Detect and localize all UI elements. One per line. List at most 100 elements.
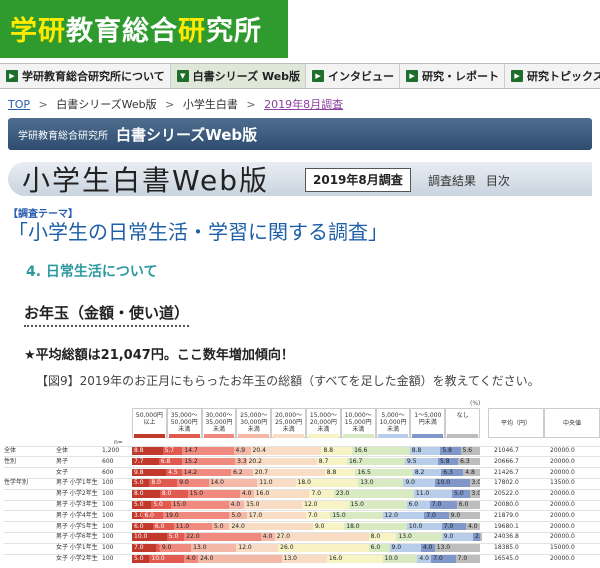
- avg-value: 18385.0: [494, 544, 519, 552]
- bar-segment: 13.0: [191, 544, 237, 552]
- breadcrumb-book[interactable]: 小学生白書: [183, 98, 238, 111]
- nav-item-label: インタビュー: [328, 70, 395, 83]
- bar-segment: 10.0: [382, 555, 418, 563]
- bar-segment: 12.0: [302, 501, 349, 509]
- bar-segment: 16.6: [352, 447, 410, 455]
- bar-segment: 11.0: [173, 522, 213, 531]
- breadcrumb: TOP > 白書シリーズWeb版 > 小学生白書 > 2019年8月調査: [8, 96, 343, 112]
- site-logo[interactable]: 学研教育総合研究所: [0, 0, 288, 58]
- bar-segment: 9.0: [403, 479, 435, 487]
- chevron-down-icon: ▼: [176, 70, 189, 82]
- logo-text-2: 教育総合: [66, 16, 178, 47]
- survey-date-badge: 2019年8月調査: [305, 168, 411, 192]
- bar-segment: 8.7: [316, 457, 347, 466]
- median-value: 20000.0: [550, 501, 575, 508]
- median-value: 20000.0: [550, 457, 575, 465]
- breadcrumb-current[interactable]: 2019年8月調査: [264, 98, 343, 111]
- bar-segment: 11.0: [413, 490, 453, 498]
- row-n: 100: [102, 511, 114, 519]
- bar-segment: 20.2: [246, 457, 317, 466]
- row-label: 男子 小学3年生: [56, 501, 98, 508]
- column-swatch: [273, 434, 304, 438]
- column-swatch: [168, 434, 200, 438]
- row-n: 100: [102, 490, 114, 498]
- bar-segment: 4.0: [184, 555, 199, 563]
- column-swatch: [203, 434, 235, 438]
- nav-item-label: 研究・レポート: [422, 70, 500, 83]
- breadcrumb-sep: >: [165, 98, 175, 111]
- toc-link[interactable]: 調査結果 目次: [428, 172, 510, 189]
- breadcrumb-top[interactable]: TOP: [8, 98, 30, 111]
- stacked-bar-chart: (%) 50,000円以上 35,000～50,000円未満 30,000～35,0…: [4, 400, 600, 568]
- bar-segment: 9.0: [159, 544, 192, 552]
- row-n: 1,200: [102, 447, 120, 454]
- avg-value: 19680.1: [494, 522, 519, 530]
- row-label: 男子 小学4年生: [56, 511, 98, 519]
- bar-segment: 18.0: [344, 522, 407, 531]
- nav-item-4[interactable]: ▶ 研究トピックス: [505, 64, 600, 88]
- bar-segment: 5.8: [437, 457, 459, 466]
- bar-segment: 8.2: [412, 468, 442, 477]
- global-nav: ▶ 学研教育総合研究所について ▼ 白書シリーズ Web版 ▶ インタビュー ▶ 研究・レポー…: [0, 63, 600, 89]
- nav-item-2[interactable]: ▶ インタビュー: [306, 64, 401, 88]
- bar-segment: 17.0: [246, 511, 306, 520]
- section-heading: 4. 日常生活について: [26, 264, 158, 280]
- banner-title: 白書シリーズWeb版: [116, 125, 258, 144]
- bar-segment: 13.0: [358, 479, 404, 487]
- median-value: 20000.0: [550, 447, 575, 454]
- median-value: 20000.0: [550, 490, 575, 498]
- bar-segment: 27.0: [274, 533, 369, 541]
- bar-segment: 3.3: [235, 457, 247, 466]
- avg-value: 20522.0: [494, 490, 519, 498]
- bar-segment: 8.0: [159, 490, 188, 498]
- bar-segment: 6.2: [231, 468, 253, 477]
- bar-segment: 7.0: [306, 511, 331, 520]
- chevron-right-icon: ▶: [6, 70, 18, 82]
- breadcrumb-series[interactable]: 白書シリーズWeb版: [56, 98, 156, 111]
- bar-segment: 5.0: [452, 490, 470, 498]
- bar-segment: 7.0: [424, 511, 449, 520]
- avg-value: 21046.7: [494, 447, 519, 454]
- avg-value: 17802.0: [494, 479, 519, 487]
- theme-title: 「小学生の日常生活・学習に関する調査」: [8, 220, 388, 244]
- row-n: 100: [102, 533, 114, 541]
- row-group-label: 性学年別: [4, 479, 29, 487]
- bar-segment: 16.0: [253, 490, 310, 498]
- bar-segment: 15.0: [348, 501, 407, 509]
- bar-segment: 10.0: [149, 555, 185, 563]
- bar-segment: 6.8: [158, 457, 183, 466]
- bar-segment: 4.0: [417, 555, 432, 563]
- nav-item-1[interactable]: ▼ 白書シリーズ Web版: [170, 64, 307, 88]
- page-title: 小学生白書Web版: [22, 164, 270, 197]
- bar-segment: 4.9: [233, 447, 251, 455]
- median-value: 20000.0: [550, 555, 575, 562]
- avg-value: 16545.0: [494, 555, 519, 562]
- bar-segment: 24.0: [229, 522, 313, 531]
- bar-segment: 24.0: [198, 555, 282, 563]
- bar-segment: 8.8: [324, 468, 356, 477]
- bar-segment: 10.0: [434, 479, 470, 487]
- bar-segment: 14.0: [208, 479, 258, 487]
- bar-segment: 4.0: [260, 533, 275, 541]
- bar-segment: 16.7: [346, 457, 405, 466]
- column-swatch: [412, 434, 444, 438]
- bar-segment: 4.5: [166, 468, 182, 477]
- nav-item-0[interactable]: ▶ 学研教育総合研究所について: [0, 64, 171, 88]
- chevron-right-icon: ▶: [511, 70, 524, 82]
- bar-segment: 15.2: [182, 457, 236, 466]
- bar-segment: 7.0: [309, 490, 334, 498]
- bar-segment: 10.0: [406, 522, 442, 531]
- sub-heading: お年玉（金額・使い道）: [24, 302, 190, 327]
- column-swatch: [342, 434, 374, 438]
- row-label: 女子: [56, 468, 69, 476]
- nav-item-3[interactable]: ▶ 研究・レポート: [400, 64, 506, 88]
- bar-segment: 7.0: [132, 544, 157, 552]
- column-swatch: [377, 434, 409, 438]
- bar-segment: 8.8: [409, 447, 441, 455]
- nav-item-label: 学研教育総合研究所について: [22, 70, 165, 83]
- bar-segment: 7.0: [431, 555, 456, 563]
- bar-segment: 7.0: [429, 501, 457, 509]
- row-label: 男子 小学1年生: [56, 479, 98, 487]
- avg-value: 21426.7: [494, 468, 519, 476]
- bar-segment: 5.0: [151, 501, 171, 509]
